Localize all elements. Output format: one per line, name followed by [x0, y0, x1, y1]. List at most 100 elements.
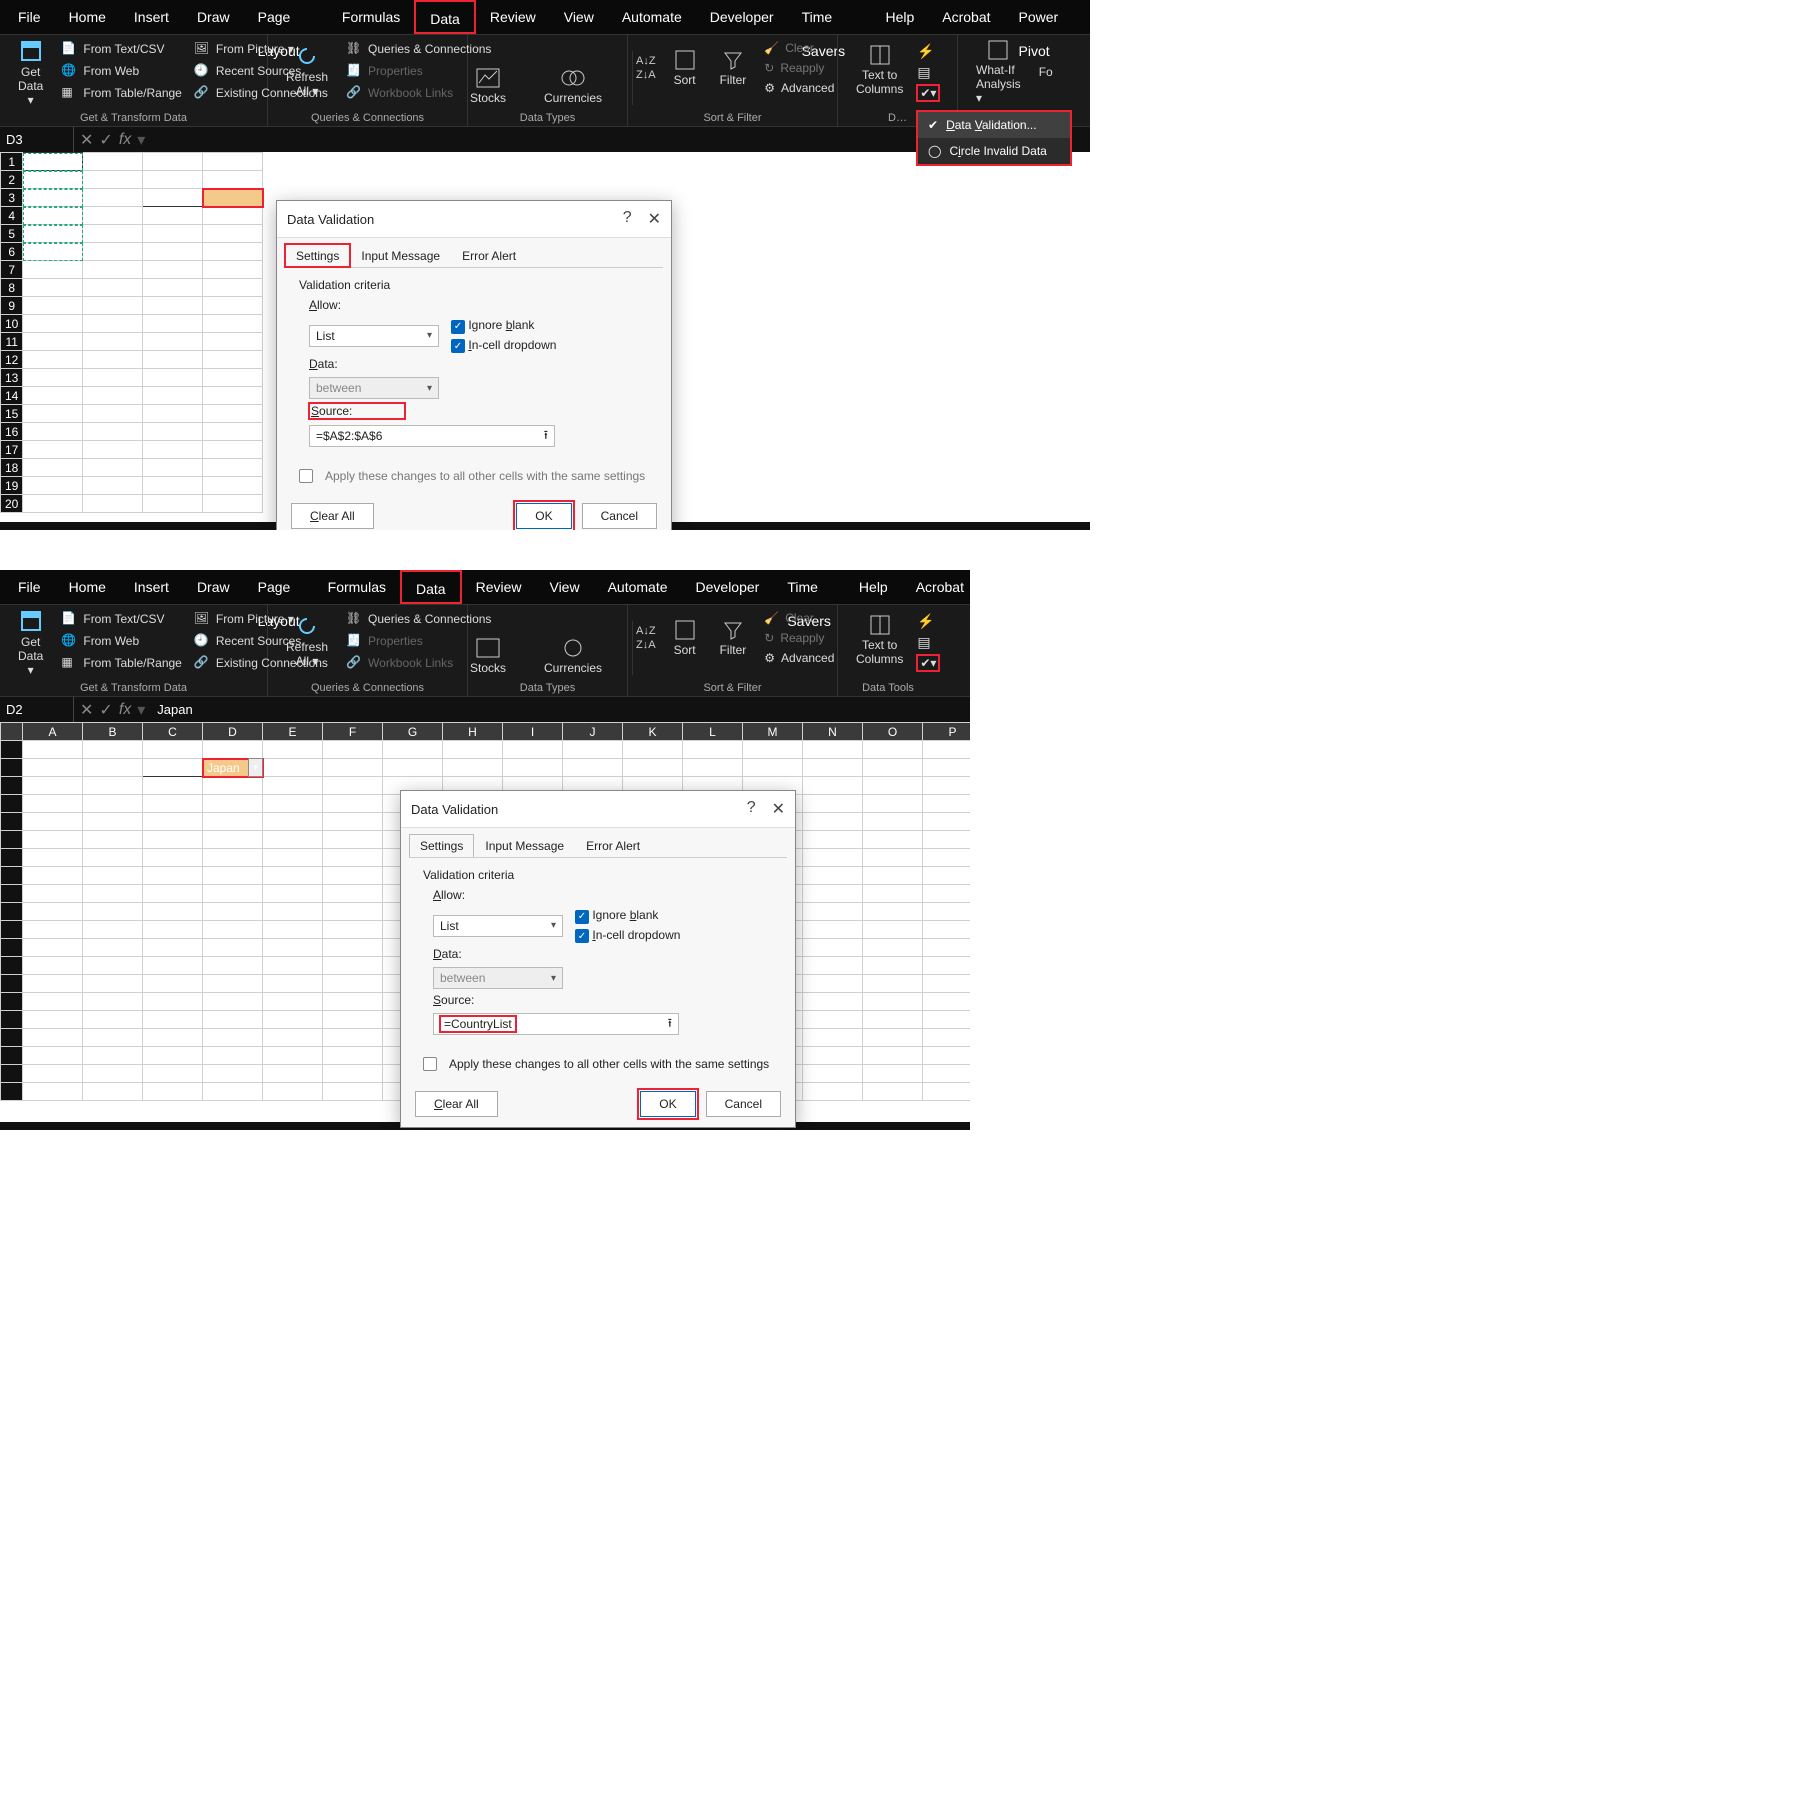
cell[interactable] — [203, 405, 263, 423]
cell[interactable] — [623, 759, 683, 777]
cell[interactable] — [203, 795, 263, 813]
fx-icon[interactable]: fx — [119, 131, 131, 149]
cell[interactable] — [23, 423, 83, 441]
cell[interactable] — [23, 315, 83, 333]
cell[interactable]: Germany — [23, 207, 83, 225]
cell[interactable] — [323, 1065, 383, 1083]
text-to-columns[interactable]: Text to Columns — [846, 39, 913, 101]
col-header[interactable]: O — [863, 723, 923, 741]
cell[interactable] — [203, 153, 263, 171]
cell[interactable] — [83, 423, 143, 441]
menu-acrobat[interactable]: Acrobat — [928, 0, 1004, 34]
menu-page-layout[interactable]: Page Layout — [244, 570, 314, 604]
cell[interactable] — [563, 759, 623, 777]
refresh-all-button[interactable]: Refresh All ▾ — [276, 609, 338, 673]
cell[interactable] — [503, 741, 563, 759]
cell[interactable] — [263, 777, 323, 795]
cell[interactable] — [23, 441, 83, 459]
cell[interactable]: Country — [143, 189, 203, 207]
from-text-csv[interactable]: 📄From Text/CSV — [57, 39, 186, 59]
cell[interactable] — [803, 867, 863, 885]
menu-time-savers[interactable]: Time Savers — [773, 570, 845, 604]
sort-button[interactable]: Sort — [664, 619, 706, 657]
cell[interactable] — [83, 795, 143, 813]
enter-fx-icon[interactable]: ✓ — [99, 130, 112, 150]
menu-help[interactable]: Help — [871, 0, 928, 34]
cell[interactable] — [23, 1083, 83, 1101]
cell[interactable] — [323, 813, 383, 831]
cell[interactable] — [263, 903, 323, 921]
cell[interactable] — [203, 1011, 263, 1029]
cell[interactable] — [203, 243, 263, 261]
cell[interactable] — [23, 885, 83, 903]
cell[interactable] — [203, 741, 263, 759]
tab-input-message[interactable]: Input Message — [350, 244, 451, 267]
cell[interactable] — [203, 495, 263, 513]
cell[interactable]: Japan▾ — [203, 759, 263, 777]
cell[interactable] — [83, 405, 143, 423]
advanced-filter[interactable]: ⚙Advanced — [760, 79, 838, 97]
cell[interactable] — [263, 957, 323, 975]
ignore-blank-check[interactable]: ✓ Ignore blank — [451, 318, 556, 334]
cell[interactable] — [143, 333, 203, 351]
cell[interactable] — [203, 171, 263, 189]
cell[interactable] — [143, 261, 203, 279]
cell[interactable] — [323, 1011, 383, 1029]
cell[interactable] — [83, 351, 143, 369]
cell[interactable] — [323, 975, 383, 993]
cell[interactable] — [203, 777, 263, 795]
cell[interactable] — [743, 741, 803, 759]
ignore-blank-check[interactable]: ✓ Ignore blank — [575, 908, 680, 924]
cell[interactable] — [863, 759, 923, 777]
cell[interactable] — [203, 369, 263, 387]
col-header[interactable]: K — [623, 723, 683, 741]
cell[interactable] — [803, 1065, 863, 1083]
cell[interactable] — [923, 957, 971, 975]
cell[interactable] — [923, 867, 971, 885]
cell[interactable] — [83, 243, 143, 261]
cell[interactable] — [803, 831, 863, 849]
cell[interactable] — [923, 777, 971, 795]
cell[interactable] — [323, 795, 383, 813]
cell[interactable] — [203, 903, 263, 921]
cell[interactable] — [323, 1029, 383, 1047]
cell[interactable] — [203, 813, 263, 831]
circle-invalid-menu-item[interactable]: ◯Circle Invalid Data — [918, 138, 1070, 164]
cell[interactable] — [923, 939, 971, 957]
col-header[interactable]: M — [743, 723, 803, 741]
cell[interactable] — [263, 867, 323, 885]
cell[interactable] — [143, 297, 203, 315]
cell[interactable]: Country — [23, 153, 83, 171]
sort-za-icon[interactable]: Z↓A — [636, 69, 656, 81]
cell[interactable] — [203, 441, 263, 459]
cell[interactable] — [23, 903, 83, 921]
cell[interactable] — [323, 849, 383, 867]
cell[interactable] — [923, 975, 971, 993]
cell[interactable] — [923, 795, 971, 813]
cell[interactable] — [203, 459, 263, 477]
col-header[interactable]: J — [563, 723, 623, 741]
cell[interactable] — [203, 1083, 263, 1101]
cell[interactable] — [143, 243, 203, 261]
cell[interactable] — [863, 795, 923, 813]
filter-button[interactable]: Filter — [710, 49, 757, 87]
cell[interactable]: Canada — [23, 813, 83, 831]
col-header[interactable]: D — [203, 723, 263, 741]
cell[interactable] — [23, 279, 83, 297]
clear-all-button[interactable]: Clear All — [415, 1091, 498, 1117]
cell[interactable]: Japan — [23, 741, 83, 759]
menu-draw[interactable]: Draw — [183, 570, 244, 604]
cell[interactable] — [83, 831, 143, 849]
cell[interactable] — [83, 813, 143, 831]
cell[interactable] — [23, 1011, 83, 1029]
menu-help[interactable]: Help — [845, 570, 902, 604]
enter-fx-icon[interactable]: ✓ — [99, 700, 112, 720]
cell[interactable] — [623, 741, 683, 759]
cell[interactable] — [803, 813, 863, 831]
col-header[interactable]: A — [23, 723, 83, 741]
advanced-filter[interactable]: ⚙Advanced — [760, 649, 838, 667]
cell[interactable] — [23, 957, 83, 975]
cell[interactable] — [263, 1029, 323, 1047]
menu-developer[interactable]: Developer — [696, 0, 788, 34]
menu-review[interactable]: Review — [462, 570, 536, 604]
